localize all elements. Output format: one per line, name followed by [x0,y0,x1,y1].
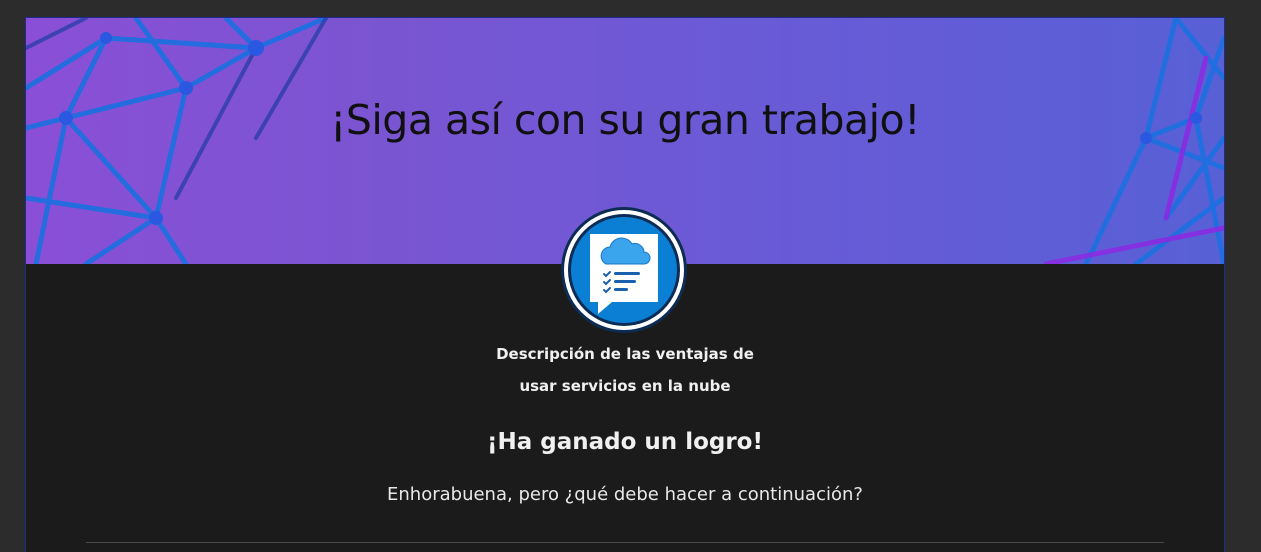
achievement-dialog: ¡Siga así con su gran trabajo! Descripci… [25,17,1225,552]
module-title-line2: usar servicios en la nube [519,377,731,395]
module-title-line1: Descripción de las ventajas de [496,345,754,363]
banner-title: ¡Siga así con su gran trabajo! [329,96,921,144]
achievement-heading: ¡Ha ganado un logro! [487,429,763,455]
cloud-checklist-icon [561,207,687,333]
page-heading-peek [560,0,700,4]
divider [86,542,1164,543]
app-window: ¡Siga así con su gran trabajo! Descripci… [0,0,1261,552]
next-steps-question: Enhorabuena, pero ¿qué debe hacer a cont… [387,484,863,505]
module-title: Descripción de las ventajas de usar serv… [475,338,775,402]
